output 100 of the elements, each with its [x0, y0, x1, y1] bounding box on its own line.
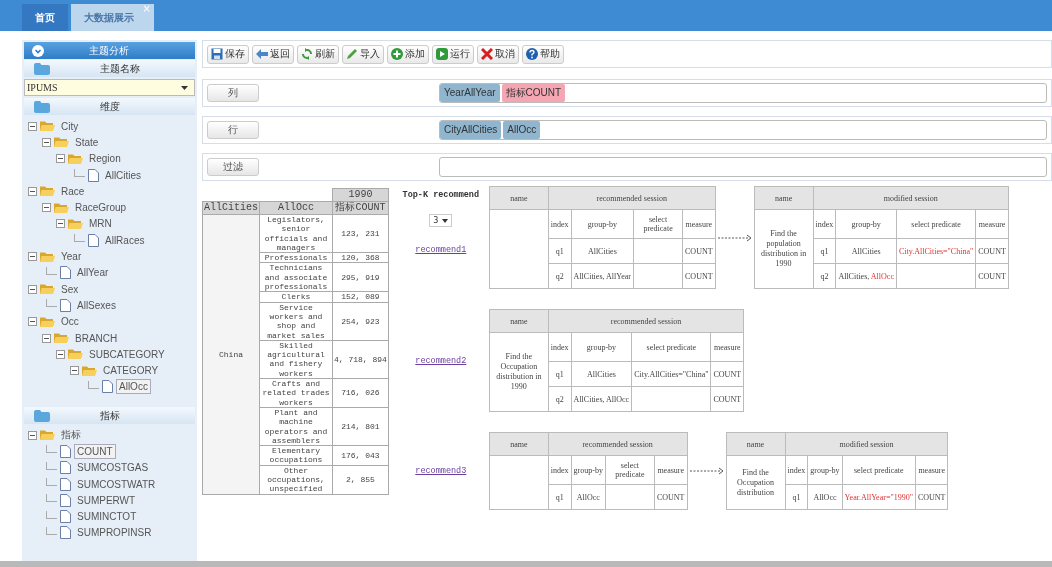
tree-item[interactable]: CATEGORY — [100, 363, 162, 379]
folder-icon — [40, 250, 55, 263]
folder-icon — [54, 332, 69, 344]
collapse-icon[interactable] — [28, 121, 37, 131]
tree-item[interactable]: State — [72, 134, 102, 150]
field-chip[interactable]: 指标COUNT — [501, 84, 566, 102]
toolbar-button[interactable]: 帮助 — [522, 44, 564, 64]
tree-item[interactable]: COUNT — [74, 444, 116, 459]
column-header: recommended session — [548, 309, 744, 333]
tree-item[interactable]: BRANCH — [72, 330, 121, 346]
table-cell: Plant and machine operators and assemblers — [259, 407, 333, 446]
folder-icon — [34, 100, 50, 113]
column-header: group-by — [835, 209, 897, 239]
recommend-link[interactable]: recommend2 — [415, 355, 467, 366]
table-cell: COUNT — [915, 484, 948, 510]
drop-field[interactable]: CityAllCities AllOcc — [439, 120, 1047, 140]
tree-item[interactable]: AllYear — [74, 265, 112, 281]
tree-item[interactable]: MRN — [86, 216, 115, 232]
tree-item[interactable]: AllCities — [102, 167, 145, 183]
tree-item[interactable]: Region — [86, 151, 124, 167]
tree-item[interactable]: SUMPROPINSR — [74, 525, 155, 541]
toolbar-button[interactable]: 添加 — [387, 44, 429, 64]
toolbar-button[interactable]: 取消 — [477, 44, 519, 64]
file-icon — [102, 380, 113, 394]
section-title: Top-K recommend — [402, 190, 480, 200]
table-cell: AllOcc — [571, 484, 606, 510]
count-select[interactable]: 3 — [429, 214, 453, 227]
collapse-icon[interactable] — [70, 366, 79, 376]
section-title: 指标 — [100, 408, 120, 423]
collapse-icon[interactable] — [28, 317, 37, 327]
column-header: name — [489, 432, 549, 456]
table-cell: q2 — [813, 263, 836, 289]
collapse-icon[interactable] — [42, 333, 51, 343]
tree-item[interactable]: SUMPERWT — [74, 492, 139, 508]
toolbar-button[interactable]: 保存 — [207, 44, 249, 64]
scrollbar[interactable] — [0, 561, 1052, 567]
collapse-icon[interactable] — [56, 349, 65, 359]
table-cell: q1 — [785, 484, 808, 510]
column-header: name — [726, 432, 785, 456]
tree-item[interactable]: AllSexes — [74, 297, 119, 313]
tree-item[interactable]: Occ — [58, 314, 82, 330]
column-header: index — [785, 455, 808, 485]
collapse-icon[interactable] — [28, 252, 37, 261]
file-icon — [60, 510, 71, 524]
tree-item[interactable]: SUBCATEGORY — [86, 346, 168, 362]
collapse-icon[interactable] — [56, 154, 65, 164]
collapse-icon[interactable] — [32, 44, 44, 57]
tree-item[interactable]: 指标 — [58, 426, 84, 445]
column-header: modified session — [785, 432, 948, 456]
toolbar-button[interactable]: 返回 — [252, 44, 294, 64]
help-icon — [526, 48, 538, 60]
file-icon — [60, 461, 71, 475]
shelf-button[interactable]: 列 — [207, 84, 259, 102]
collapse-icon[interactable] — [28, 430, 37, 440]
tree-item[interactable]: Sex — [58, 281, 82, 297]
folder-icon — [40, 315, 55, 328]
tree-item[interactable]: Year — [58, 249, 85, 264]
table-cell: q2 — [548, 386, 572, 412]
tree-item[interactable]: SUMCOSTWATR — [74, 476, 159, 492]
recommend-link[interactable]: recommend3 — [415, 466, 467, 476]
tree-item[interactable]: Race — [58, 183, 88, 199]
collapse-icon[interactable] — [42, 203, 51, 213]
tree-item[interactable]: SUMCOSTGAS — [74, 460, 152, 476]
file-icon — [60, 477, 71, 491]
subject-select[interactable]: IPUMS — [24, 79, 195, 96]
column-header: group-by — [807, 455, 843, 485]
tree-item[interactable]: City — [58, 118, 82, 134]
table-cell: AllCities — [571, 238, 634, 264]
table-cell: 2, 855 — [332, 465, 389, 495]
tree-item[interactable]: SUMINCTOT — [74, 509, 140, 525]
shelf-button[interactable]: 过滤 — [207, 158, 259, 176]
collapse-icon[interactable] — [28, 284, 37, 294]
arrow-icon — [717, 233, 752, 242]
collapse-icon[interactable] — [28, 186, 37, 196]
toolbar-button[interactable]: 导入 — [342, 44, 384, 64]
back-icon — [256, 48, 268, 60]
folder-icon — [68, 152, 83, 165]
tree-item[interactable]: AllOcc — [116, 379, 151, 395]
table-cell: Service workers and shop and market sales — [259, 302, 333, 341]
file-icon — [60, 445, 71, 458]
column-header: name — [754, 186, 814, 210]
column-header: group-by — [571, 209, 634, 239]
field-chip[interactable]: AllOcc — [503, 121, 541, 139]
collapse-icon[interactable] — [56, 219, 65, 229]
field-chip[interactable]: CityAllCities — [440, 121, 502, 139]
drop-field[interactable]: YearAllYear 指标COUNT — [439, 83, 1047, 103]
field-chip[interactable]: YearAllYear — [440, 84, 500, 102]
tree-item[interactable]: AllRaces — [102, 232, 148, 248]
tree-item[interactable]: RaceGroup — [72, 200, 130, 216]
section-title: 主题名称 — [100, 61, 140, 76]
column-header: index — [548, 455, 572, 485]
toolbar-button[interactable]: 刷新 — [297, 44, 339, 64]
shelf-button[interactable]: 行 — [207, 121, 259, 139]
drop-field[interactable] — [439, 157, 1047, 177]
collapse-icon[interactable] — [42, 137, 51, 147]
recommend-link[interactable]: recommend1 — [415, 245, 467, 255]
tab[interactable]: 首页 — [22, 4, 68, 31]
table-cell: 716, 026 — [332, 378, 389, 408]
refresh-icon — [301, 48, 313, 60]
toolbar-button[interactable]: 运行 — [432, 44, 474, 64]
